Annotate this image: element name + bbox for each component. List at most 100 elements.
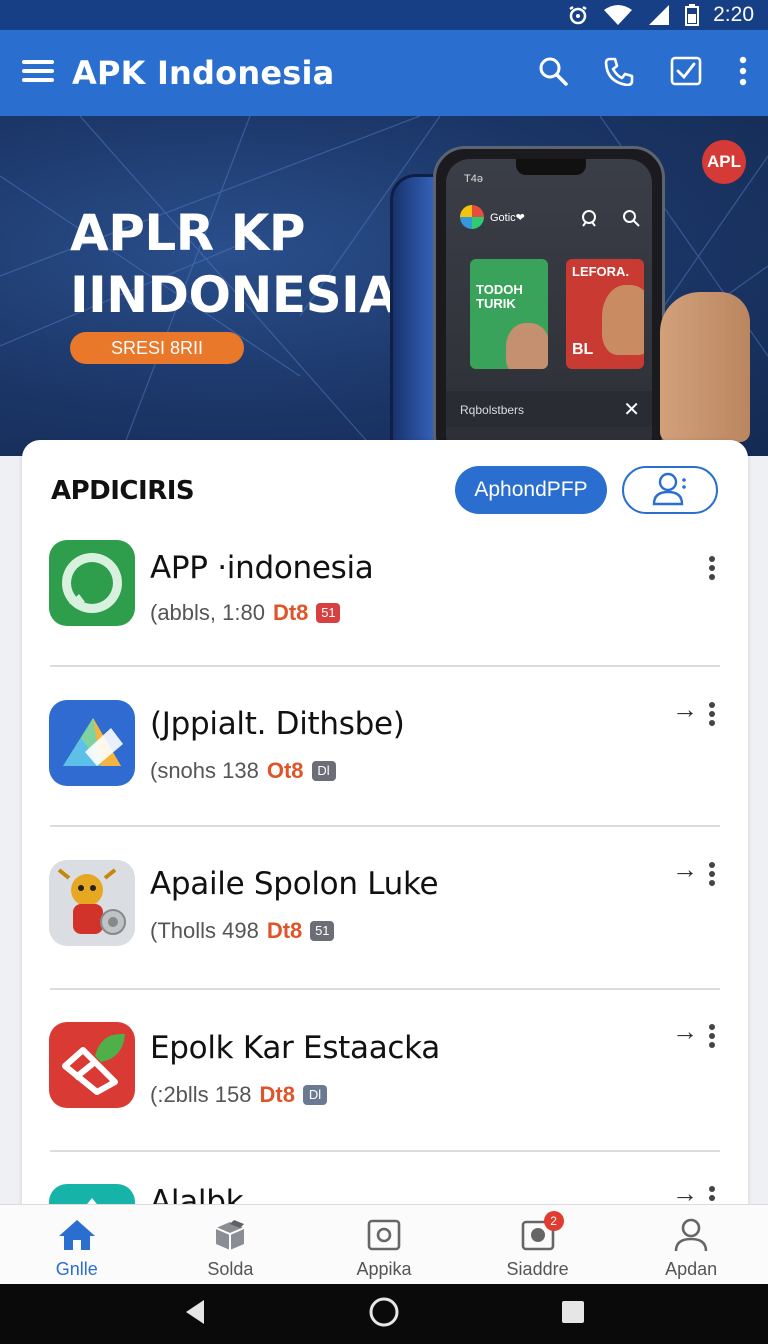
nav-label: Gnlle — [55, 1259, 98, 1279]
nav-home[interactable]: Gnlle — [0, 1205, 154, 1284]
phone-screen: T4ə Gotic❤ TODOH TURIK LEFORA. BL Rqbols… — [446, 159, 652, 456]
app-meta: (Tholls 498 Dt8 51 — [150, 918, 335, 944]
status-bar: 2:20 — [0, 0, 768, 30]
banner-title: APLR KP IINDONESIA — [70, 202, 398, 326]
nav-label: Siaddre — [506, 1259, 569, 1279]
battery-icon — [685, 4, 700, 26]
arrow-right-icon[interactable]: → — [672, 1016, 698, 1047]
camera-icon: 2 — [518, 1211, 564, 1253]
nav-solda[interactable]: Solda — [154, 1205, 308, 1284]
nav-appika[interactable]: Appika — [307, 1205, 461, 1284]
phone-app-avatar — [460, 205, 484, 229]
more-vert-icon[interactable] — [708, 862, 716, 889]
blue-triangle-icon — [49, 700, 135, 786]
phone-bottom-text: Rqbolstbers — [460, 403, 525, 417]
promo-banner[interactable]: APLR KP IINDONESIA SRESI 8RII APL T4ə Go… — [0, 116, 768, 456]
app-meta-tag: Dt8 — [272, 600, 309, 625]
app-title: APK Indonesia — [72, 54, 335, 92]
phone-close-icon: ✕ — [623, 399, 640, 421]
checkbox-icon[interactable] — [670, 56, 702, 91]
app-name: APP ·indonesia — [150, 550, 374, 586]
box-icon — [210, 1217, 250, 1253]
phone-card-2-face — [602, 285, 644, 355]
list-item[interactable]: (Jppialt. Dithsbe) (snohs 138 Ot8 Dl → — [22, 694, 748, 860]
app-meta: (:2blls 158 Dt8 Dl — [150, 1082, 327, 1108]
banner-title-line2: IINDONESIA — [70, 266, 398, 324]
primary-action-button[interactable]: AphondPFP — [455, 466, 607, 514]
nav-apdan[interactable]: Apdan — [614, 1205, 768, 1284]
back-icon[interactable] — [182, 1298, 208, 1331]
app-name: (Jppialt. Dithsbe) — [150, 706, 405, 742]
app-meta: (snohs 138 Ot8 Dl — [150, 758, 336, 784]
app-meta-badge: 51 — [310, 921, 335, 941]
phone-illustration: T4ə Gotic❤ TODOH TURIK LEFORA. BL Rqbols… — [433, 146, 665, 456]
phone-card-2: LEFORA. BL — [566, 259, 644, 369]
status-time: 2:20 — [713, 3, 754, 26]
arrow-right-icon[interactable]: → — [672, 854, 698, 885]
phone-card-2-sub: BL — [572, 341, 594, 358]
nav-label: Appika — [356, 1259, 412, 1279]
home-icon — [57, 1217, 97, 1253]
app-name: Apaile Spolon Luke — [150, 866, 439, 902]
bottom-nav: Gnlle Solda Appika 2 Siaddre Apdan — [0, 1204, 768, 1284]
app-meta-text: (snohs 138 — [150, 758, 259, 783]
apps-icon — [364, 1217, 404, 1253]
phone-app-name: Gotic❤ — [490, 211, 525, 224]
system-nav-bar — [0, 1284, 768, 1344]
more-vert-icon[interactable] — [708, 556, 716, 583]
app-meta-text: (:2blls 158 — [150, 1082, 252, 1107]
arrow-right-icon[interactable]: → — [672, 694, 698, 725]
more-vert-icon[interactable] — [738, 56, 748, 91]
phone-time: T4ə — [464, 173, 483, 185]
divider — [50, 988, 720, 990]
search-icon[interactable] — [538, 56, 568, 91]
banner-button[interactable]: SRESI 8RII — [70, 332, 244, 364]
app-name: Epolk Kar Estaacka — [150, 1030, 440, 1066]
app-meta-tag: Ot8 — [266, 758, 304, 783]
app-bar-actions — [538, 30, 748, 116]
phone-icon[interactable] — [604, 56, 634, 91]
red-leaf-icon — [49, 1022, 135, 1108]
nav-siaddre[interactable]: 2 Siaddre — [461, 1205, 615, 1284]
nav-label: Apdan — [665, 1259, 718, 1279]
apl-badge: APL — [702, 140, 746, 184]
phone-bottom-bar: Rqbolstbers ✕ — [446, 391, 652, 427]
add-user-button[interactable] — [622, 466, 718, 514]
wifi-icon — [603, 4, 633, 26]
signal-icon — [647, 4, 671, 26]
list-item[interactable]: Apaile Spolon Luke (Tholls 498 Dt8 51 → — [22, 854, 748, 1020]
alarm-icon — [567, 4, 589, 26]
hand-illustration — [660, 292, 750, 442]
phone-person-icon — [580, 209, 598, 232]
home-circle-icon[interactable] — [368, 1296, 400, 1333]
app-meta-tag: Dt8 — [266, 918, 303, 943]
app-meta-badge: Dl — [302, 1085, 327, 1105]
apps-card: APDICIRIS AphondPFP APP ·indonesia (abbl… — [22, 440, 748, 1240]
phone-app-header: Gotic❤ — [460, 205, 525, 229]
divider — [50, 1150, 720, 1152]
section-title: APDICIRIS — [51, 476, 195, 506]
divider — [50, 825, 720, 827]
app-meta-text: (abbls, 1:80 — [150, 600, 265, 625]
add-user-icon — [650, 470, 690, 511]
phone-search-icon — [622, 209, 640, 232]
recents-icon[interactable] — [560, 1299, 586, 1330]
list-item[interactable]: Epolk Kar Estaacka (:2blls 158 Dt8 Dl → — [22, 1016, 748, 1182]
app-meta: (abbls, 1:80 Dt8 51 — [150, 600, 341, 626]
notification-badge: 2 — [543, 1211, 564, 1231]
person-icon — [671, 1217, 711, 1253]
mascot-icon — [49, 860, 135, 946]
banner-title-line1: APLR KP — [70, 204, 306, 262]
more-vert-icon[interactable] — [708, 702, 716, 729]
menu-icon[interactable] — [22, 58, 54, 89]
list-item[interactable]: APP ·indonesia (abbls, 1:80 Dt8 51 — [22, 540, 748, 700]
phone-card-1: TODOH TURIK — [470, 259, 548, 369]
nav-label: Solda — [207, 1259, 254, 1279]
more-vert-icon[interactable] — [708, 1024, 716, 1051]
phone-card-2-text: LEFORA. — [572, 264, 630, 279]
phone-card-1-text: TODOH TURIK — [476, 282, 523, 311]
phone-card-1-face — [506, 323, 548, 369]
app-bar: APK Indonesia — [0, 30, 768, 116]
divider — [50, 665, 720, 667]
app-meta-badge: Dl — [311, 761, 336, 781]
